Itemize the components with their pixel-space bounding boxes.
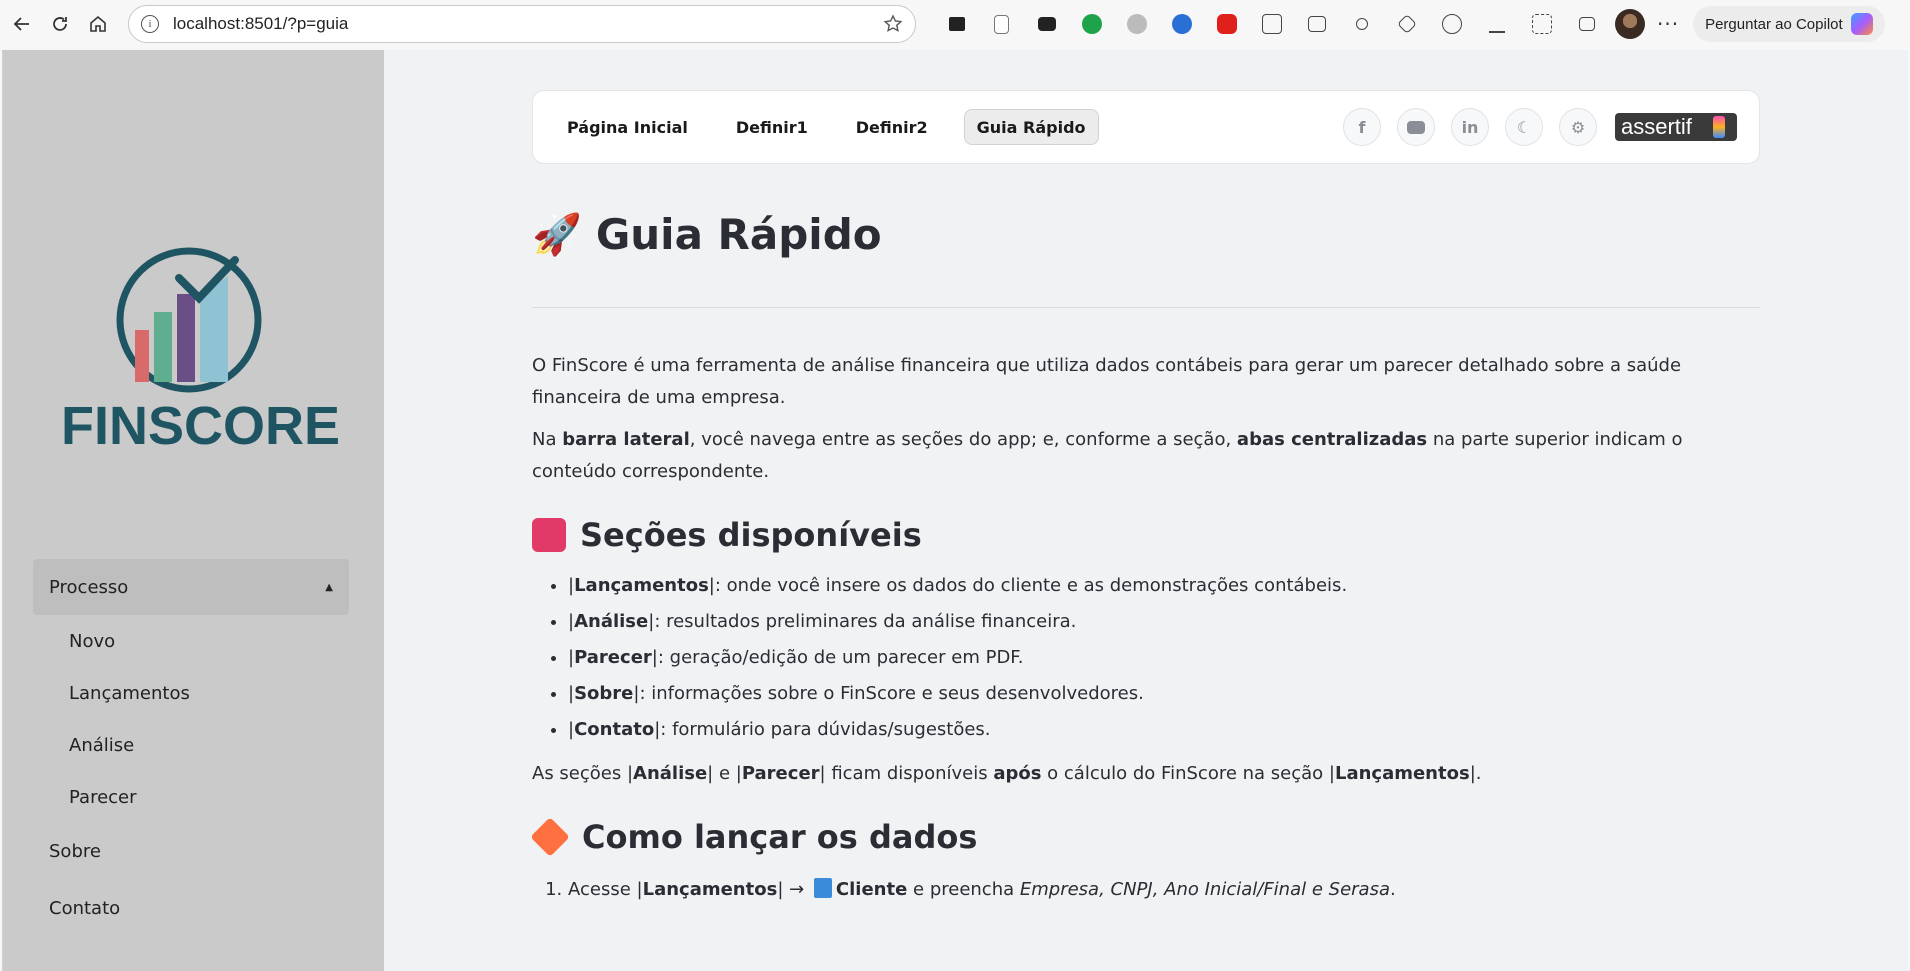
ext-evernote-icon[interactable]	[1069, 8, 1114, 40]
gear-icon[interactable]: ⚙	[1559, 108, 1597, 146]
social-links: f in ☾ ⚙ assertif	[1343, 108, 1737, 146]
screenshot-icon[interactable]	[1519, 8, 1564, 40]
list-item: |Lançamentos|: onde você insere os dados…	[568, 568, 1760, 604]
ext-adblock-icon[interactable]	[1204, 8, 1249, 40]
ext-pip-icon[interactable]	[1024, 8, 1069, 40]
sections-heading-text: Seções disponíveis	[580, 516, 922, 554]
profile-avatar[interactable]	[1615, 9, 1645, 39]
list-item: |Contato|: formulário para dúvidas/suges…	[568, 712, 1760, 748]
availability-paragraph: As seções |Análise| e |Parecer| ficam di…	[532, 763, 1482, 784]
home-button[interactable]	[82, 8, 114, 40]
ext-cloud-icon[interactable]	[1114, 8, 1159, 40]
refresh-icon	[53, 17, 67, 31]
extensions-bar	[934, 8, 1609, 40]
list-item: |Análise|: resultados preliminares da an…	[568, 604, 1760, 640]
copilot-button[interactable]: Perguntar ao Copilot	[1693, 6, 1885, 42]
rocket-icon: 🚀	[532, 212, 582, 258]
how-to-heading: Como lançar os dados	[530, 817, 1760, 857]
divider	[532, 307, 1760, 308]
sections-heading: Seções disponíveis	[532, 516, 1760, 554]
sidebar-group-label: Processo	[49, 576, 129, 598]
tab-definir2[interactable]: Definir2	[844, 109, 940, 145]
ext-reader-icon[interactable]	[934, 8, 979, 40]
navigation-paragraph: Na barra lateral, você navega entre as s…	[532, 429, 1683, 482]
back-arrow-icon	[13, 17, 29, 31]
app-window: FINSCORE Processo ▲ Novo Lançamentos Aná…	[2, 50, 1908, 971]
home-icon	[90, 15, 106, 32]
ext-translate-icon[interactable]	[1159, 8, 1204, 40]
top-navigation: Página Inicial Definir1 Definir2 Guia Rá…	[532, 90, 1760, 164]
copilot-icon	[1850, 13, 1873, 35]
sidebar-item-parecer[interactable]: Parecer	[33, 771, 349, 823]
main-area: Página Inicial Definir1 Definir2 Guia Rá…	[384, 50, 1909, 971]
intro-paragraph: O FinScore é uma ferramenta de análise f…	[532, 355, 1682, 408]
ext-doc-icon[interactable]	[979, 8, 1024, 40]
favorite-star-icon[interactable]	[883, 14, 903, 34]
extensions-puzzle-icon[interactable]	[1249, 8, 1294, 40]
back-button[interactable]	[6, 8, 38, 40]
brand-label: assertif	[1621, 114, 1692, 139]
address-bar[interactable]: i localhost:8501/?p=guia	[128, 5, 916, 43]
assertif-brand-logo[interactable]: assertif	[1615, 113, 1737, 141]
site-info-icon[interactable]: i	[141, 15, 159, 33]
sidebar-item-analise[interactable]: Análise	[33, 719, 349, 771]
sidebar-item-contato[interactable]: Contato	[33, 880, 349, 937]
sidebar-item-lancamentos[interactable]: Lançamentos	[33, 667, 349, 719]
youtube-icon[interactable]	[1397, 108, 1435, 146]
red-square-icon	[532, 518, 566, 552]
url-text[interactable]: localhost:8501/?p=guia	[173, 14, 883, 34]
list-item: |Parecer|: geração/edição de um parecer …	[568, 640, 1760, 676]
list-item: |Sobre|: informações sobre o FinScore e …	[568, 676, 1760, 712]
sections-list: |Lançamentos|: onde você insere os dados…	[532, 568, 1760, 748]
split-screen-icon[interactable]	[1294, 8, 1339, 40]
page-title: 🚀 Guia Rápido	[532, 210, 1760, 259]
page-content: 🚀 Guia Rápido O FinScore é uma ferrament…	[530, 210, 1760, 908]
page-title-text: Guia Rápido	[595, 210, 882, 259]
steps-list: Acesse |Lançamentos| → Cliente e preench…	[532, 872, 1760, 908]
favorites-icon[interactable]	[1384, 8, 1429, 40]
linkedin-icon[interactable]: in	[1451, 108, 1489, 146]
brand-flame-icon	[1713, 116, 1725, 138]
sidebar-item-sobre[interactable]: Sobre	[33, 823, 349, 880]
orange-diamond-icon	[530, 817, 570, 857]
caret-up-icon: ▲	[325, 581, 333, 593]
copilot-label: Perguntar ao Copilot	[1705, 15, 1843, 33]
sidebar-group-processo[interactable]: Processo ▲	[33, 559, 349, 615]
tab-guia-rapido[interactable]: Guia Rápido	[963, 109, 1099, 145]
list-item: Acesse |Lançamentos| → Cliente e preench…	[568, 872, 1760, 908]
moon-icon[interactable]: ☾	[1505, 108, 1543, 146]
sidebar: FINSCORE Processo ▲ Novo Lançamentos Aná…	[3, 50, 384, 971]
music-icon[interactable]	[1339, 8, 1384, 40]
history-icon[interactable]	[1429, 8, 1474, 40]
sidebar-menu: Processo ▲ Novo Lançamentos Análise Pare…	[33, 559, 349, 937]
how-to-heading-text: Como lançar os dados	[582, 818, 978, 856]
facebook-icon[interactable]: f	[1343, 108, 1381, 146]
blue-book-icon	[813, 878, 832, 898]
browser-toolbar: i localhost:8501/?p=guia ··· Perguntar a…	[0, 0, 1910, 48]
nav-tabs: Página Inicial Definir1 Definir2 Guia Rá…	[555, 109, 1113, 145]
share-icon[interactable]	[1564, 8, 1609, 40]
finscore-logo-text: FINSCORE	[61, 396, 341, 456]
sidebar-item-novo[interactable]: Novo	[33, 615, 349, 667]
more-menu-icon[interactable]: ···	[1657, 12, 1679, 36]
tab-definir1[interactable]: Definir1	[724, 109, 820, 145]
downloads-icon[interactable]	[1474, 8, 1519, 40]
refresh-button[interactable]	[44, 8, 76, 40]
tab-pagina-inicial[interactable]: Página Inicial	[555, 109, 700, 145]
